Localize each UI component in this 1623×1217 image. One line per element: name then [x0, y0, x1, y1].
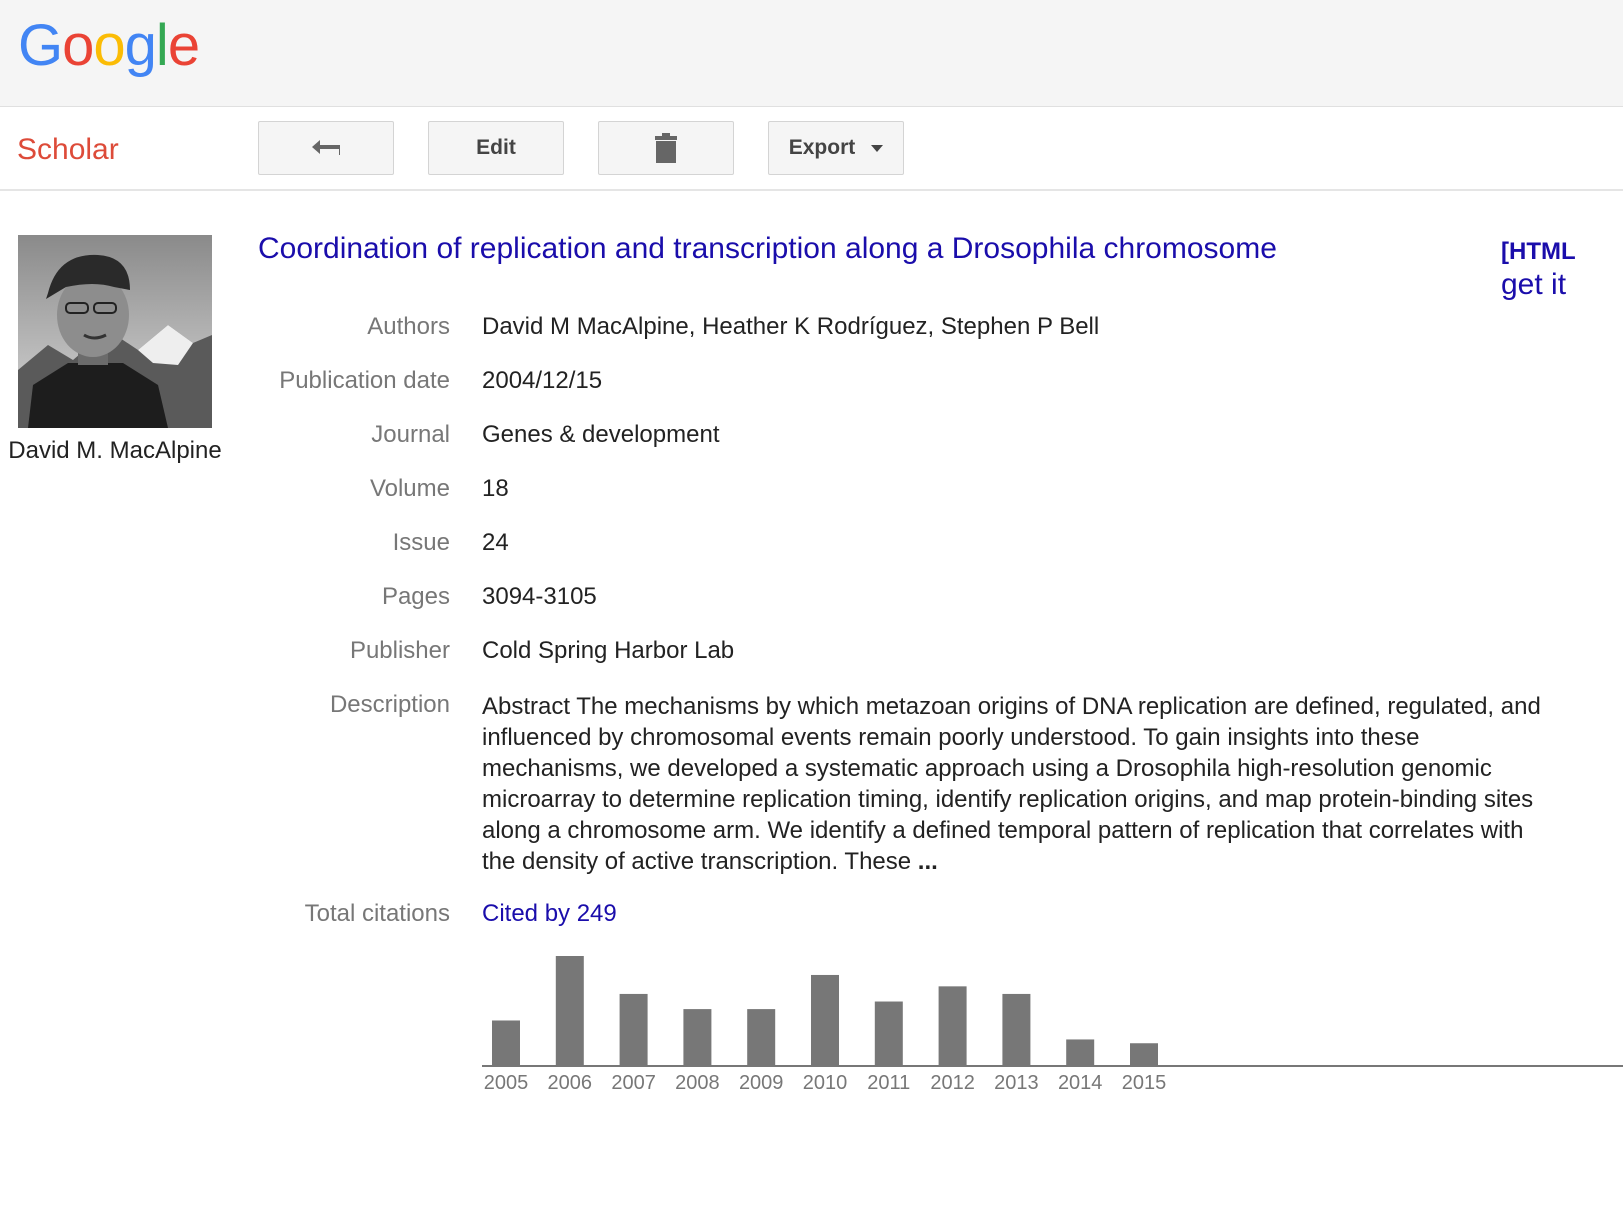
total-citations-label: Total citations [304, 900, 450, 927]
description-text: Abstract The mechanisms by which metazoa… [482, 693, 1541, 875]
year-tick-label: 2015 [1122, 1072, 1167, 1094]
year-tick-label: 2005 [484, 1072, 529, 1094]
authors-value: David M MacAlpine, Heather K Rodríguez, … [482, 313, 1100, 340]
publication-date-value: 2004/12/15 [482, 367, 603, 394]
issue-value: 24 [482, 529, 509, 556]
issue-label: Issue [392, 529, 450, 556]
year-tick-label: 2012 [930, 1072, 975, 1094]
back-button[interactable] [258, 121, 394, 175]
citation-bar-2014[interactable] [1066, 1039, 1095, 1066]
year-tick-label: 2013 [994, 1072, 1039, 1094]
publication-date-label: Publication date [279, 367, 450, 394]
publisher-value: Cold Spring Harbor Lab [482, 637, 735, 664]
edit-button[interactable]: Edit [428, 121, 564, 175]
export-button[interactable]: Export [768, 121, 904, 175]
citation-bar-2008[interactable] [683, 1009, 712, 1066]
scholar-label[interactable]: Scholar [17, 133, 119, 167]
year-tick-label: 2010 [803, 1072, 848, 1094]
year-tick-label: 2009 [739, 1072, 784, 1094]
article-title-link[interactable]: Coordination of replication and transcri… [258, 232, 1277, 266]
google-logo[interactable]: Google [18, 12, 200, 79]
citations-chart: 2005 2006 2007 2008 2009 2010 2011 2012 2013 2014… [482, 956, 1623, 1094]
authors-label: Authors [367, 313, 450, 340]
citation-bar-2011[interactable] [874, 1001, 903, 1066]
pages-value: 3094-3105 [482, 583, 597, 610]
cited-by-container: Cited by 249 [482, 900, 617, 928]
chevron-down-icon [871, 144, 884, 152]
citation-bar-2006[interactable] [555, 956, 584, 1066]
journal-value: Genes & development [482, 421, 720, 448]
cited-by-link[interactable]: Cited by 249 [482, 900, 617, 927]
logo-letter: o [93, 13, 125, 78]
top-bar: Google [0, 0, 1623, 107]
year-tick-label: 2007 [611, 1072, 656, 1094]
logo-letter: g [124, 13, 157, 78]
edit-button-label: Edit [476, 136, 516, 159]
logo-letter: l [155, 13, 169, 78]
description-more-link[interactable]: ... [918, 848, 938, 875]
year-tick-label: 2006 [548, 1072, 593, 1094]
trash-icon [655, 133, 677, 163]
logo-letter: e [167, 13, 200, 78]
citation-bar-2015[interactable] [1130, 1043, 1158, 1066]
citation-bar-2012[interactable] [938, 986, 967, 1066]
description-label: Description [329, 691, 450, 718]
get-it-link[interactable]: get it [1501, 268, 1566, 302]
logo-letter: o [62, 13, 94, 78]
citation-bar-2005[interactable] [492, 1020, 520, 1066]
description-value: Abstract The mechanisms by which metazoa… [482, 691, 1552, 877]
back-arrow-icon [312, 140, 340, 155]
citation-bar-2007[interactable] [619, 993, 648, 1066]
toolbar: Scholar Edit Export [0, 107, 1623, 191]
year-tick-label: 2008 [675, 1072, 720, 1094]
year-tick-label: 2011 [867, 1072, 910, 1094]
delete-button[interactable] [598, 121, 734, 175]
pages-label: Pages [381, 583, 450, 610]
publisher-label: Publisher [349, 637, 450, 664]
citation-bar-2013[interactable] [1002, 993, 1031, 1066]
export-button-label: Export [788, 136, 856, 159]
year-tick-label: 2014 [1058, 1072, 1103, 1094]
html-link[interactable]: [HTML [1501, 238, 1576, 266]
journal-label: Journal [371, 421, 450, 448]
volume-label: Volume [369, 475, 450, 502]
citation-bar-2010[interactable] [811, 974, 839, 1066]
citation-bar-2009[interactable] [747, 1009, 776, 1066]
logo-letter: G [18, 13, 63, 78]
volume-value: 18 [482, 475, 509, 502]
